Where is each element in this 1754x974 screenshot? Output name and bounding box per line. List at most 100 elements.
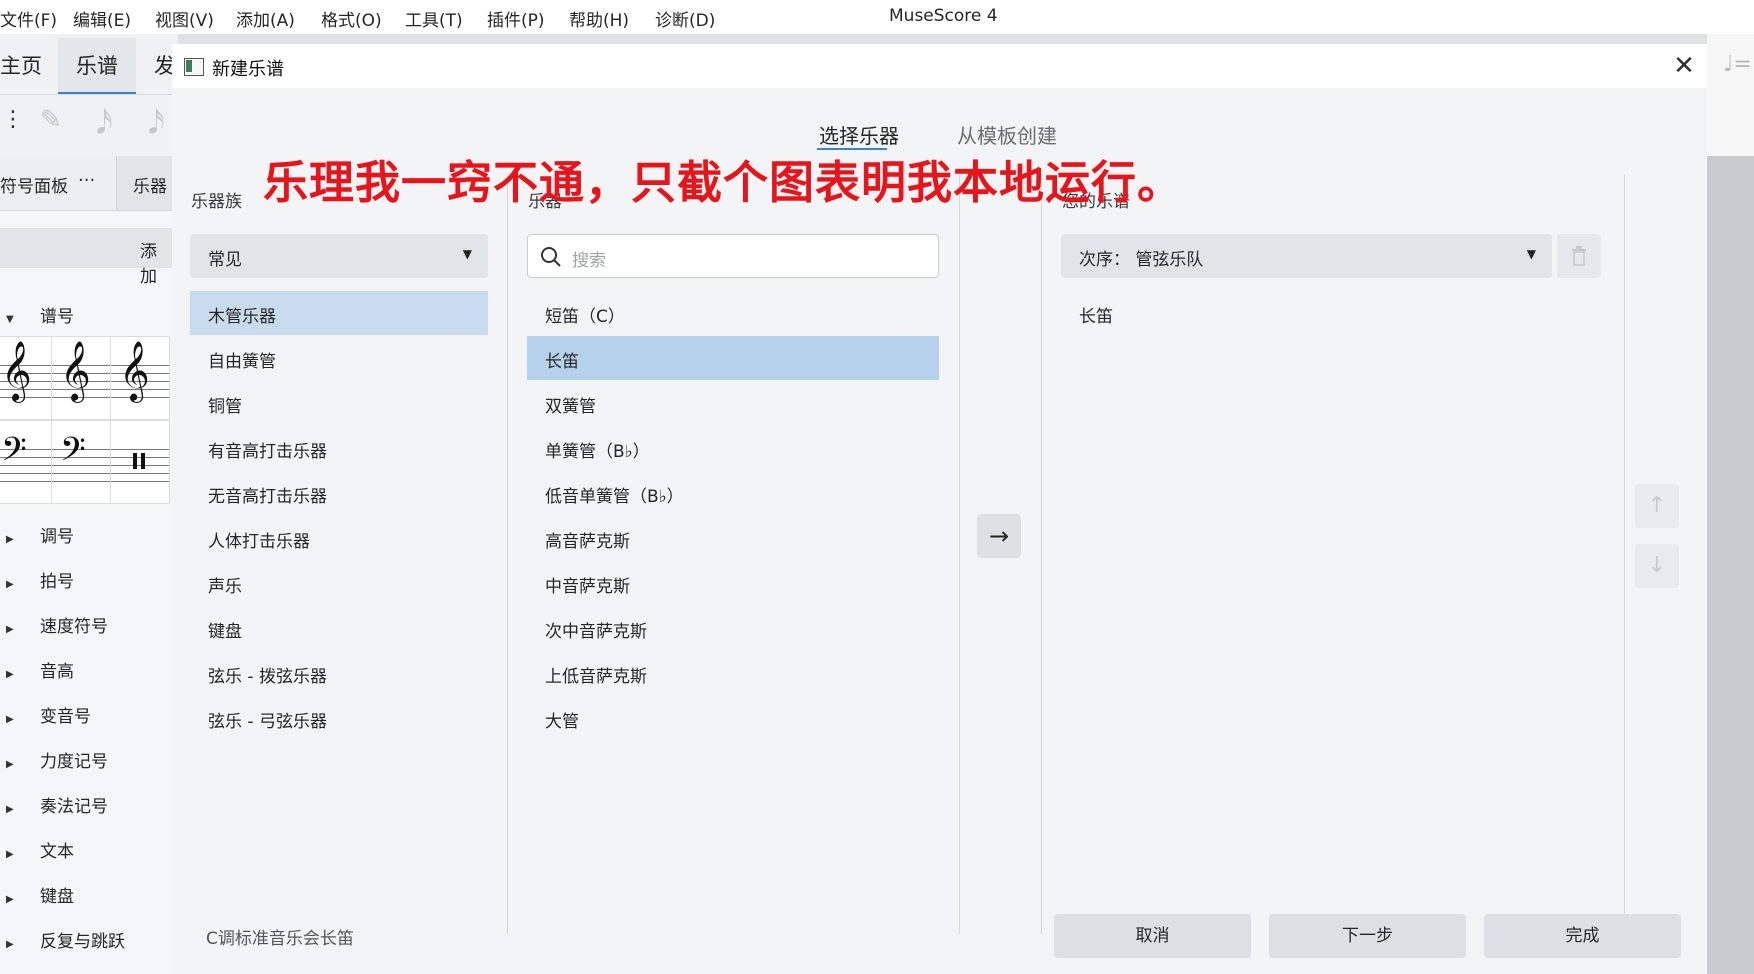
palette-add-label: 添加 [140, 242, 157, 287]
collapsed-triangle-icon: ▶ [6, 624, 14, 635]
instrument-item[interactable]: 短笛（C） [527, 291, 939, 335]
tab-create-from-template[interactable]: 从模板创建 [957, 120, 1057, 149]
palette-section-clefs[interactable]: ▼ 谱号 [0, 302, 74, 327]
collapsed-triangle-icon: ▶ [6, 939, 14, 950]
tab-choose-instruments[interactable]: 选择乐器 [819, 120, 899, 149]
column-divider [1624, 174, 1625, 934]
instrument-item[interactable]: 高音萨克斯 [527, 516, 939, 560]
add-to-score-button[interactable]: → [977, 514, 1021, 558]
section-label: 音高 [40, 662, 74, 682]
family-item[interactable]: 弦乐 - 拨弦乐器 [190, 651, 488, 695]
family-item[interactable]: 自由簧管 [190, 336, 488, 380]
dialog-title: 新建乐谱 [212, 59, 284, 80]
palette-section-timesig[interactable]: ▶ 拍号 [0, 567, 74, 592]
clef-treble-15ma[interactable]: 𝄞 [110, 336, 170, 420]
arrow-right-icon: → [988, 522, 1010, 550]
score-canvas-edge [1707, 156, 1754, 974]
instrument-item[interactable]: 低音单簧管（B♭） [527, 471, 939, 515]
instrument-item[interactable]: 双簧管 [527, 381, 939, 425]
family-item-label: 有音高打击乐器 [208, 442, 327, 462]
section-label: 速度符号 [40, 617, 108, 637]
move-up-button[interactable]: ↑ [1635, 484, 1679, 528]
search-icon [541, 247, 561, 267]
palette-panel: 符号面板 ··· 乐器 添加 ▼ 谱号 𝄞 𝄞 𝄞 𝄢 𝄢 ▶ 调号 ▶ 拍号 … [0, 156, 173, 974]
palette-section-articulations[interactable]: ▶ 奏法记号 [0, 792, 108, 817]
close-icon[interactable]: ✕ [1668, 50, 1700, 82]
instrument-item[interactable]: 上低音萨克斯 [527, 651, 939, 695]
family-item[interactable]: 有音高打击乐器 [190, 426, 488, 470]
instrument-item-label: 高音萨克斯 [545, 532, 630, 552]
families-label: 乐器族 [191, 192, 242, 212]
tab-score[interactable]: 乐谱 [76, 50, 118, 80]
menu-diagnostics[interactable]: 诊断(D) [655, 6, 715, 31]
palette-more-button[interactable]: ··· [78, 170, 95, 191]
palette-section-repeats[interactable]: ▶ 反复与跳跃 [0, 927, 125, 952]
next-button[interactable]: 下一步 [1269, 914, 1466, 958]
menu-edit[interactable]: 编辑(E) [73, 6, 131, 31]
clef-bass-8va[interactable]: 𝄢 [0, 420, 52, 504]
palette-add-button[interactable]: 添加 [0, 228, 172, 287]
menu-add[interactable]: 添加(A) [236, 6, 295, 31]
palette-section-dynamics[interactable]: ▶ 力度记号 [0, 747, 108, 772]
order-dropdown[interactable]: 次序： 管弦乐队 ▼ [1061, 234, 1552, 278]
instruments-tab[interactable]: 乐器 [116, 156, 173, 210]
family-item[interactable]: 弦乐 - 弓弦乐器 [190, 696, 488, 740]
delete-button[interactable] [1557, 234, 1601, 278]
collapsed-triangle-icon: ▶ [6, 894, 14, 905]
menu-help[interactable]: 帮助(H) [569, 6, 629, 31]
menu-file[interactable]: 文件(F) [0, 6, 57, 31]
family-item[interactable]: 木管乐器 [190, 291, 488, 335]
instrument-item[interactable]: 中音萨克斯 [527, 561, 939, 605]
collapsed-triangle-icon: ▶ [6, 669, 14, 680]
menu-bar: 文件(F) 编辑(E) 视图(V) 添加(A) 格式(O) 工具(T) 插件(P… [0, 0, 1754, 34]
family-item[interactable]: 人体打击乐器 [190, 516, 488, 560]
bass-clef-8vb-icon: 𝄢 [60, 431, 86, 477]
family-item-label: 弦乐 - 弓弦乐器 [208, 712, 327, 732]
treble-clef-15ma-icon: 𝄞 [119, 341, 150, 401]
toolbar-right-edge: ♩= [1707, 34, 1754, 156]
done-button[interactable]: 完成 [1484, 914, 1681, 958]
menu-view[interactable]: 视图(V) [155, 6, 214, 31]
tab-home[interactable]: 主页 [0, 50, 42, 80]
note-thirtysecond-icon[interactable]: 𝅘𝅥𝅯 [148, 103, 165, 142]
instrument-item[interactable]: 大管 [527, 696, 939, 740]
family-group-dropdown[interactable]: 常见 ▼ [190, 234, 488, 278]
menu-tools[interactable]: 工具(T) [405, 6, 463, 31]
palette-section-accidentals[interactable]: ▶ 变音号 [0, 702, 91, 727]
family-item[interactable]: 键盘 [190, 606, 488, 650]
section-label: 奏法记号 [40, 797, 108, 817]
family-item[interactable]: 无音高打击乐器 [190, 471, 488, 515]
instrument-description: C调标准音乐会长笛 [206, 929, 354, 949]
family-group-value: 常见 [208, 250, 242, 270]
toolbar-grip-icon[interactable]: ⋮ [2, 107, 24, 132]
palette-tab[interactable]: 符号面板 [0, 172, 68, 197]
family-item[interactable]: 铜管 [190, 381, 488, 425]
palette-section-text[interactable]: ▶ 文本 [0, 837, 74, 862]
instrument-search-input[interactable]: 搜索 [527, 234, 939, 278]
family-item[interactable]: 声乐 [190, 561, 488, 605]
palette-section-keyboard[interactable]: ▶ 键盘 [0, 882, 74, 907]
clef-treble-8va[interactable]: 𝄞 [51, 336, 111, 420]
instrument-item[interactable]: 次中音萨克斯 [527, 606, 939, 650]
menu-plugins[interactable]: 插件(P) [487, 6, 545, 31]
score-instrument-item[interactable]: 长笛 [1061, 291, 1552, 335]
column-divider [507, 174, 508, 934]
palette-section-pitch[interactable]: ▶ 音高 [0, 657, 74, 682]
clef-treble[interactable]: 𝄞 [0, 336, 52, 420]
collapsed-triangle-icon: ▶ [6, 534, 14, 545]
clef-bass-8vb[interactable]: 𝄢 [51, 420, 111, 504]
palette-tab-row: 符号面板 ··· 乐器 [0, 156, 173, 211]
move-down-button[interactable]: ↓ [1635, 544, 1679, 588]
cancel-button[interactable]: 取消 [1054, 914, 1251, 958]
note-sixtyfourth-icon[interactable]: 𝅘𝅥𝅯 [96, 103, 113, 142]
note-toolbar: ⋮ ✎ 𝅘𝅥𝅯 𝅘𝅥𝅯 [0, 94, 178, 157]
instrument-item-selected[interactable]: 长笛 [527, 336, 939, 380]
instrument-item-label: 单簧管（B♭） [545, 442, 650, 462]
clef-percussion[interactable] [110, 420, 170, 504]
pencil-icon[interactable]: ✎ [40, 105, 62, 135]
menu-format[interactable]: 格式(O) [321, 6, 382, 31]
palette-section-keysig[interactable]: ▶ 调号 [0, 522, 74, 547]
palette-section-tempo[interactable]: ▶ 速度符号 [0, 612, 108, 637]
family-item-label: 弦乐 - 拨弦乐器 [208, 667, 327, 687]
instrument-item[interactable]: 单簧管（B♭） [527, 426, 939, 470]
